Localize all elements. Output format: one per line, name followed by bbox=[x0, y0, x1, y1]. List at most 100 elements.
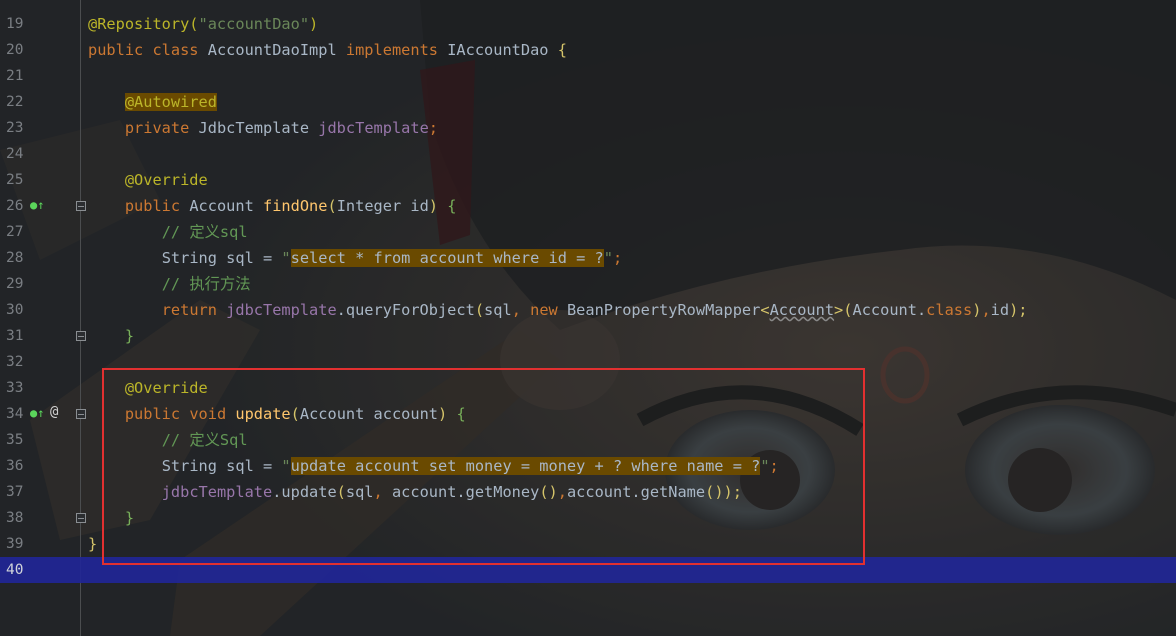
code-line[interactable]: 24 bbox=[0, 141, 1176, 167]
line-number: 21 bbox=[6, 68, 24, 84]
code-token: ( bbox=[327, 197, 337, 215]
code-token: ); bbox=[1009, 301, 1028, 319]
line-number: 39 bbox=[6, 536, 24, 552]
code-token: < bbox=[760, 301, 770, 319]
code-token: private bbox=[124, 119, 199, 137]
code-token: sql bbox=[484, 301, 512, 319]
code-text[interactable]: return jdbcTemplate.queryForObject(sql, … bbox=[88, 301, 1028, 319]
code-token: id bbox=[990, 301, 1010, 319]
line-number: 20 bbox=[6, 42, 24, 58]
implements-method-icon[interactable]: ●↑ bbox=[30, 198, 44, 212]
code-token: } bbox=[88, 535, 98, 553]
code-line[interactable]: 27 // 定义sql bbox=[0, 219, 1176, 245]
code-token: } bbox=[124, 327, 135, 345]
code-text[interactable]: @Repository("accountDao") bbox=[88, 15, 318, 33]
code-token: public bbox=[124, 197, 190, 215]
line-number: 25 bbox=[6, 172, 24, 188]
code-token: findOne bbox=[263, 197, 328, 215]
code-token: , bbox=[511, 301, 531, 319]
code-token: .queryForObject bbox=[336, 301, 475, 319]
code-text[interactable]: public Account findOne(Integer id) { bbox=[88, 197, 457, 215]
code-token: jdbcTemplate bbox=[318, 119, 429, 137]
code-token: class bbox=[926, 301, 973, 319]
code-line[interactable]: 20 public class AccountDaoImpl implements… bbox=[0, 37, 1176, 63]
code-line[interactable]: 22 @Autowired bbox=[0, 89, 1176, 115]
code-token: public bbox=[88, 41, 153, 59]
code-token: { bbox=[447, 197, 457, 215]
line-number: 31 bbox=[6, 328, 24, 344]
code-line[interactable]: 21 bbox=[0, 63, 1176, 89]
code-text[interactable]: @Autowired bbox=[88, 93, 217, 111]
code-line[interactable]: 28 String sql = "select * from account w… bbox=[0, 245, 1176, 271]
code-line[interactable]: 30 return jdbcTemplate.queryForObject(sq… bbox=[0, 297, 1176, 323]
highlight-annotation-box bbox=[102, 368, 865, 565]
implements-method-icon[interactable]: ●↑ bbox=[30, 406, 44, 420]
code-token: "accountDao" bbox=[198, 15, 310, 33]
code-token: select * from account where id = ? bbox=[290, 249, 604, 267]
code-token: { bbox=[557, 41, 567, 59]
code-editor[interactable]: 19 @Repository("accountDao") 20 public clas… bbox=[0, 0, 1176, 636]
fold-toggle-icon[interactable] bbox=[76, 513, 86, 523]
line-number: 32 bbox=[6, 354, 24, 370]
code-token: // 定义sql bbox=[161, 223, 248, 241]
fold-toggle-icon[interactable] bbox=[76, 201, 86, 211]
code-token: " bbox=[603, 249, 613, 267]
line-number: 28 bbox=[6, 250, 24, 266]
annotation-at-icon[interactable]: @ bbox=[50, 405, 58, 419]
line-number: 19 bbox=[6, 16, 24, 32]
code-text[interactable]: private JdbcTemplate jdbcTemplate; bbox=[88, 119, 438, 137]
code-token: return bbox=[161, 301, 227, 319]
code-line[interactable]: 19 @Repository("accountDao") bbox=[0, 11, 1176, 37]
code-token: jdbcTemplate bbox=[226, 301, 337, 319]
line-number: 36 bbox=[6, 458, 24, 474]
code-text[interactable]: } bbox=[88, 327, 134, 345]
code-token: > bbox=[834, 301, 844, 319]
code-text[interactable]: public class AccountDaoImpl implements I… bbox=[88, 41, 567, 59]
code-text[interactable]: @Override bbox=[88, 171, 208, 189]
code-line[interactable]: 31 } bbox=[0, 323, 1176, 349]
code-token: IAccountDao bbox=[447, 41, 558, 59]
code-text[interactable]: } bbox=[88, 535, 97, 553]
line-number: 29 bbox=[6, 276, 24, 292]
code-line[interactable]: 26 ●↑ public Account findOne(Integer id) … bbox=[0, 193, 1176, 219]
line-number: 30 bbox=[6, 302, 24, 318]
code-token: ; bbox=[612, 249, 623, 267]
line-number: 33 bbox=[6, 380, 24, 396]
code-line[interactable]: 29 // 执行方法 bbox=[0, 271, 1176, 297]
line-number: 27 bbox=[6, 224, 24, 240]
code-line[interactable]: 25 @Override bbox=[0, 167, 1176, 193]
code-token: ( bbox=[474, 301, 485, 319]
code-token: Account. bbox=[852, 301, 927, 319]
code-token: ) bbox=[428, 197, 448, 215]
code-token: , bbox=[981, 301, 991, 319]
line-number: 38 bbox=[6, 510, 24, 526]
code-token: Account bbox=[189, 197, 263, 215]
line-number: 22 bbox=[6, 94, 24, 110]
code-token: @Override bbox=[124, 171, 208, 189]
code-token: @Autowired bbox=[124, 93, 217, 111]
code-token: class bbox=[152, 41, 208, 59]
code-token: implements bbox=[345, 41, 448, 59]
line-number: 23 bbox=[6, 120, 24, 136]
code-token: Account bbox=[769, 301, 835, 319]
fold-toggle-icon[interactable] bbox=[76, 409, 86, 419]
code-token: AccountDaoImpl bbox=[207, 41, 346, 59]
code-line[interactable]: 23 private JdbcTemplate jdbcTemplate; bbox=[0, 115, 1176, 141]
line-number: 40 bbox=[6, 562, 24, 578]
code-text[interactable]: String sql = "select * from account wher… bbox=[88, 249, 622, 267]
code-token: " bbox=[281, 249, 291, 267]
line-number: 37 bbox=[6, 484, 24, 500]
code-token: Integer id bbox=[336, 197, 429, 215]
code-text[interactable]: // 定义sql bbox=[88, 223, 248, 241]
fold-toggle-icon[interactable] bbox=[76, 331, 86, 341]
line-number: 24 bbox=[6, 146, 24, 162]
code-text[interactable]: // 执行方法 bbox=[88, 275, 251, 293]
